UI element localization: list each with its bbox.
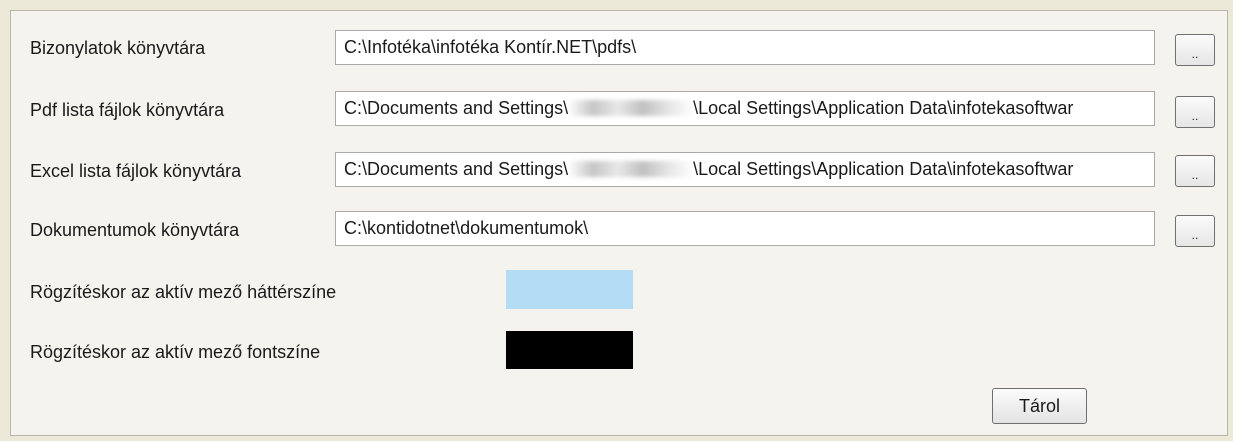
dokumentumok-folder-label: Dokumentumok könyvtára: [30, 220, 240, 240]
documents-folder-label: Bizonylatok könyvtára: [30, 38, 206, 58]
pdf-list-folder-input[interactable]: C:\Documents and Settings\ \Local Setting…: [335, 91, 1155, 126]
excel-list-folder-input[interactable]: C:\Documents and Settings\ \Local Setting…: [335, 152, 1155, 187]
excel-list-folder-browse-button[interactable]: ..: [1175, 155, 1215, 187]
active-field-font-color-swatch[interactable]: [506, 331, 633, 369]
active-field-font-label: Rögzítéskor az aktív mező fontszíne: [30, 342, 321, 362]
redacted-username: [568, 161, 694, 177]
save-button[interactable]: Tárol: [992, 388, 1087, 424]
path-suffix: \Local Settings\Application Data\infotek…: [693, 159, 1074, 179]
excel-list-folder-label: Excel lista fájlok könyvtára: [30, 161, 242, 181]
path-suffix: \Local Settings\Application Data\infotek…: [693, 98, 1074, 118]
dokumentumok-folder-browse-button[interactable]: ..: [1175, 215, 1215, 247]
dokumentumok-folder-input[interactable]: C:\kontidotnet\dokumentumok\: [335, 211, 1155, 246]
path-prefix: C:\Documents and Settings\: [344, 98, 569, 118]
documents-folder-input[interactable]: C:\Infotéka\infotéka Kontír.NET\pdfs\: [335, 30, 1155, 65]
active-field-bg-color-swatch[interactable]: [506, 270, 633, 309]
documents-folder-browse-button[interactable]: ..: [1175, 34, 1215, 66]
pdf-list-folder-browse-button[interactable]: ..: [1175, 96, 1215, 128]
path-prefix: C:\Documents and Settings\: [344, 159, 569, 179]
redacted-username: [568, 100, 694, 116]
pdf-list-folder-label: Pdf lista fájlok könyvtára: [30, 100, 225, 120]
active-field-bg-label: Rögzítéskor az aktív mező háttérszíne: [30, 282, 337, 302]
